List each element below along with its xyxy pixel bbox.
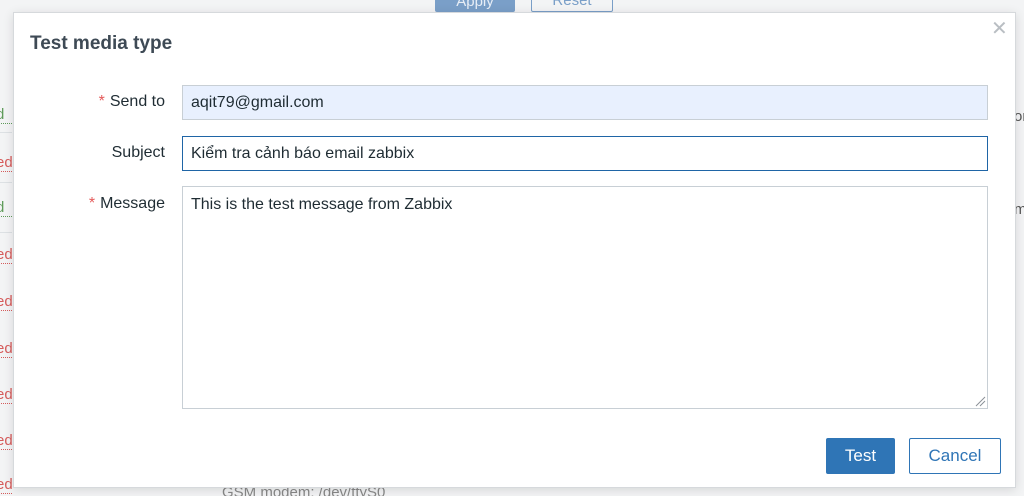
send-to-input[interactable]: [182, 85, 988, 120]
message-label-text: Message: [100, 195, 165, 212]
status-disabled[interactable]: ed: [0, 476, 12, 494]
row-divider: [0, 182, 12, 183]
subject-label-text: Subject: [111, 144, 165, 161]
status-disabled[interactable]: ed: [0, 154, 12, 172]
status-enabled[interactable]: d: [0, 199, 12, 217]
required-marker: *: [88, 195, 96, 212]
cancel-button[interactable]: Cancel: [909, 438, 1001, 474]
row-divider: [0, 232, 12, 233]
status-disabled[interactable]: ed: [0, 293, 12, 311]
message-label: * Message: [89, 195, 165, 213]
required-marker: *: [98, 93, 105, 110]
send-to-label-text: Send to: [109, 93, 165, 110]
status-disabled[interactable]: ed: [0, 340, 12, 358]
reset-button[interactable]: Reset: [531, 0, 613, 12]
status-disabled[interactable]: ed: [0, 432, 12, 450]
send-to-label: * Send to: [99, 93, 165, 111]
close-icon[interactable]: ✕: [991, 19, 1008, 39]
status-enabled[interactable]: d: [0, 106, 12, 124]
apply-button[interactable]: Apply: [435, 0, 515, 12]
dialog-title: Test media type: [30, 33, 173, 54]
status-disabled[interactable]: ed: [0, 386, 12, 404]
row-divider: [0, 132, 12, 133]
status-disabled[interactable]: ed: [0, 246, 12, 264]
subject-input[interactable]: [182, 136, 988, 171]
subject-label: Subject: [112, 144, 165, 162]
message-textarea[interactable]: This is the test message from Zabbix: [182, 186, 988, 409]
test-media-type-dialog: Test media type ✕ *Send to Subject *Mess…: [13, 12, 1016, 488]
resize-handle-icon[interactable]: [974, 395, 986, 407]
test-button[interactable]: Test: [826, 438, 895, 474]
